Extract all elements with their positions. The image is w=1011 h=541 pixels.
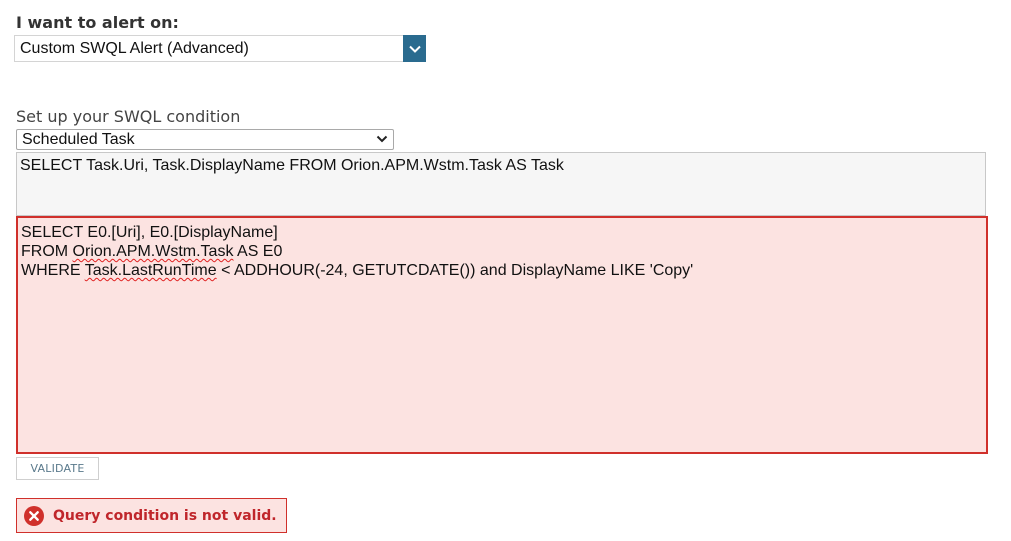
error-x-icon bbox=[24, 505, 44, 526]
alert-type-value: Custom SWQL Alert (Advanced) bbox=[20, 40, 249, 57]
alert-type-dropdown-button[interactable] bbox=[403, 35, 426, 62]
query-line-2: FROM Orion.APM.Wstm.Task AS E0 bbox=[21, 242, 983, 261]
entity-type-select[interactable]: Scheduled Task bbox=[16, 129, 394, 150]
validate-button[interactable]: VALIDATE bbox=[16, 457, 99, 480]
query-text: AS E0 bbox=[233, 243, 283, 260]
query-text: FROM bbox=[21, 243, 73, 260]
spellcheck-error-text: Task.LastRunTime bbox=[84, 262, 217, 279]
swql-query-editor[interactable]: SELECT E0.[Uri], E0.[DisplayName] FROM O… bbox=[16, 216, 988, 454]
chevron-down-icon bbox=[376, 135, 388, 143]
validation-error-banner: Query condition is not valid. bbox=[16, 498, 287, 533]
alert-type-select[interactable]: Custom SWQL Alert (Advanced) bbox=[14, 35, 426, 62]
query-line-1: SELECT E0.[Uri], E0.[DisplayName] bbox=[21, 224, 278, 241]
entity-type-value: Scheduled Task bbox=[22, 131, 135, 148]
query-text: WHERE bbox=[21, 262, 85, 279]
base-query-field: SELECT Task.Uri, Task.DisplayName FROM O… bbox=[16, 152, 986, 216]
spellcheck-error-text: Orion.APM.Wstm.Task bbox=[72, 243, 234, 260]
error-message: Query condition is not valid. bbox=[53, 507, 277, 524]
query-line-3: WHERE Task.LastRunTime < ADDHOUR(-24, GE… bbox=[21, 261, 983, 280]
query-text: < ADDHOUR(-24, GETUTCDATE()) and Display… bbox=[216, 262, 694, 279]
chevron-down-icon bbox=[408, 45, 421, 53]
swql-condition-label: Set up your SWQL condition bbox=[16, 107, 241, 126]
alert-type-label: I want to alert on: bbox=[16, 13, 179, 32]
